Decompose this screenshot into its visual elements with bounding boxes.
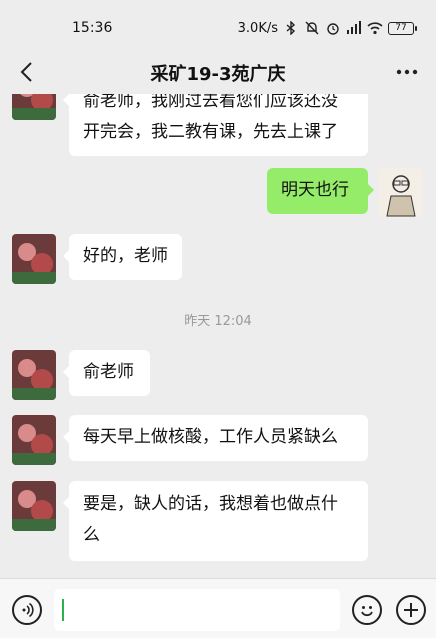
more-icon [396,69,418,75]
input-bar [0,578,436,638]
contact-avatar[interactable] [12,94,56,120]
message-bubble[interactable]: 俞老师，我刚过去看您们应该还没 开完会，我二教有课，先去上课了 [63,94,368,156]
bluetooth-icon [283,20,299,36]
message-text: 俞老师，我刚过去看您们应该还没 [83,94,338,111]
emoji-icon [361,606,373,617]
plus-icon [404,603,418,617]
status-icons: 3.0K/s 77 [237,18,417,38]
message-text: 每天早上做核酸，工作人员紧缺么 [83,427,338,447]
message-input[interactable] [54,589,340,631]
contact-avatar[interactable] [12,350,56,400]
message-list[interactable]: 俞老师，我刚过去看您们应该还没 开完会，我二教有课，先去上课了 明天也行 好的，… [0,94,436,578]
more-functions-button[interactable] [396,595,426,625]
contact-avatar[interactable] [12,234,56,284]
message-text: 好的，老师 [83,246,168,266]
alarm-icon [325,20,341,36]
self-avatar[interactable] [379,168,423,218]
message-text: 么 [83,525,100,545]
emoji-button[interactable] [352,595,382,625]
message-bubble[interactable]: 要是，缺人的话，我想着也做点什 么 [63,481,368,561]
text-caret [62,599,64,621]
contact-avatar[interactable] [12,481,56,531]
status-time: 15:36 [72,20,113,36]
voice-icon [22,602,34,618]
status-bar: 15:36 3.0K/s 77 [0,0,436,52]
voice-button[interactable] [12,595,42,625]
signal-icon [346,20,362,36]
message-bubble-self[interactable]: 明天也行 [267,168,374,214]
message-bubble[interactable]: 俞老师 [63,350,150,396]
message-text: 开完会，我二教有课，先去上课了 [83,122,338,142]
message-bubble[interactable]: 好的，老师 [63,234,182,280]
chat-title: 采矿19-3苑广庆 [150,64,286,85]
message-text: 俞老师 [83,362,134,382]
more-button[interactable] [392,58,422,86]
chat-header: 采矿19-3苑广庆 [0,52,436,94]
message-text: 要是，缺人的话，我想着也做点什 [83,494,338,514]
contact-avatar[interactable] [12,415,56,465]
mute-bell-icon [304,20,320,36]
battery-icon: 77 [388,21,417,35]
message-timestamp: 昨天 12:04 [184,314,252,329]
wifi-icon [367,20,383,36]
message-text: 明天也行 [281,180,349,200]
message-bubble[interactable]: 每天早上做核酸，工作人员紧缺么 [63,415,368,461]
network-speed: 3.0K/s [237,20,278,36]
